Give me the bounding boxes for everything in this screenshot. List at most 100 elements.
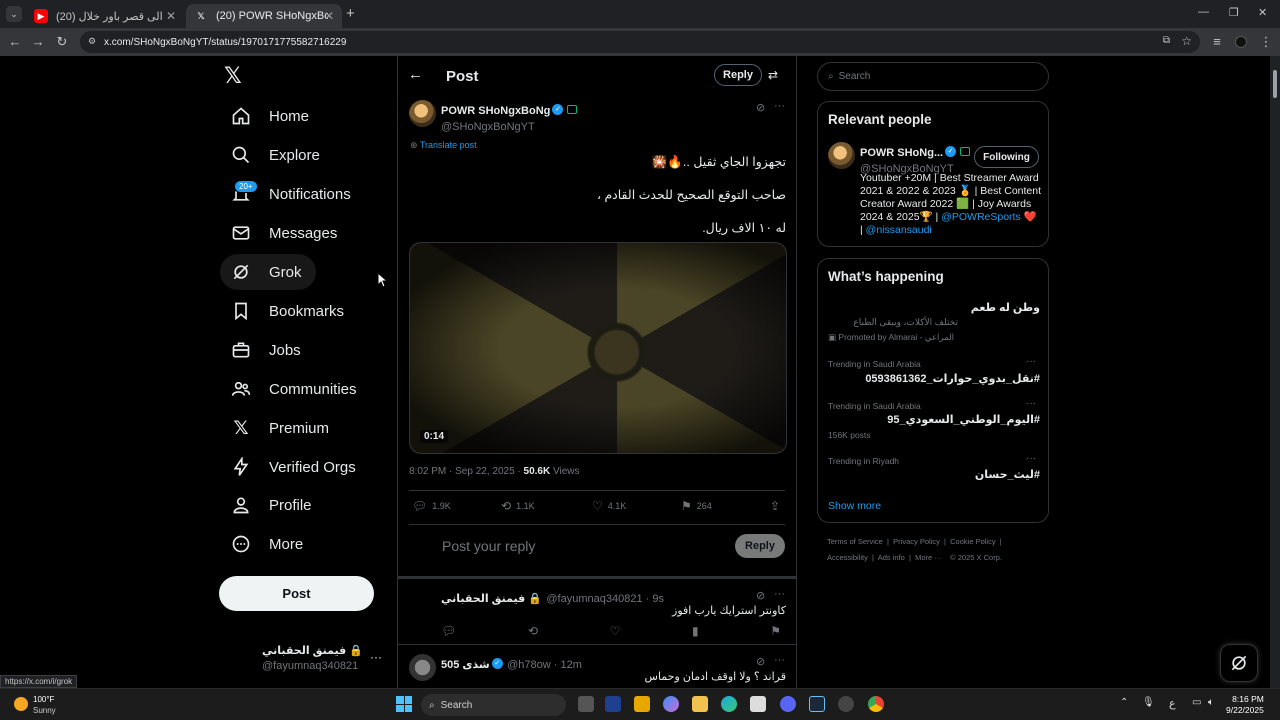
- nav-notifications[interactable]: 20+ Notifications: [220, 176, 365, 212]
- more-options-icon[interactable]: ···: [774, 654, 785, 666]
- address-bar[interactable]: ⚙ x.com/SHoNgxBoNgYT/status/197017177558…: [80, 31, 1200, 53]
- account-more-icon[interactable]: ···: [370, 650, 382, 664]
- nav-more[interactable]: More: [220, 526, 317, 562]
- close-tab-icon[interactable]: ✕: [324, 9, 334, 23]
- bio-link[interactable]: @nissansaudi: [866, 224, 932, 236]
- network-icon[interactable]: ▭: [1192, 697, 1201, 708]
- bio-link[interactable]: @POWReSports: [941, 211, 1021, 223]
- bookmark-action[interactable]: ⚑ 264: [681, 499, 712, 513]
- nav-messages[interactable]: Messages: [220, 215, 351, 251]
- chrome-icon[interactable]: [868, 696, 884, 712]
- browser-tab-2[interactable]: 𝕏 (20) POWR SHoNgxBoNg on X ✕: [186, 4, 342, 28]
- maximize-icon[interactable]: ❐: [1229, 6, 1239, 19]
- tray-chevron-icon[interactable]: ⌃: [1120, 697, 1128, 708]
- trend-item[interactable]: #نقل_بدوي_حوارات_0593861362: [828, 372, 1040, 385]
- scrollbar-thumb[interactable]: [1273, 70, 1277, 98]
- reply-submit-button[interactable]: Reply: [735, 534, 785, 558]
- author-name[interactable]: POWR SHoNgxBoNg: [441, 105, 550, 117]
- tab-search-button[interactable]: ⌄: [6, 6, 22, 22]
- steam-icon[interactable]: [809, 696, 825, 712]
- playstation-icon[interactable]: [605, 696, 621, 712]
- more-options-icon[interactable]: ···: [774, 588, 785, 600]
- timestamp-text[interactable]: 8:02 PM · Sep 22, 2025 ·: [409, 466, 524, 477]
- author-avatar[interactable]: [409, 100, 436, 127]
- taskbar-search[interactable]: ⌕ Search: [421, 694, 566, 716]
- following-button[interactable]: Following: [974, 146, 1039, 168]
- reply-icon[interactable]: 💬︎: [441, 624, 456, 638]
- translate-link[interactable]: ⊕ Translate post: [410, 140, 477, 151]
- clock[interactable]: 8:16 PM 9/22/2025: [1226, 694, 1264, 716]
- nav-bookmarks[interactable]: Bookmarks: [220, 293, 358, 329]
- account-switcher[interactable]: فيمنق الحقباني 🔒 @fayumnaq340821: [262, 644, 363, 672]
- nav-premium[interactable]: 𝕏 Premium: [220, 410, 343, 446]
- chrome-menu-icon[interactable]: ⋮: [1257, 33, 1275, 51]
- person-avatar[interactable]: [828, 142, 855, 169]
- nav-home[interactable]: Home: [220, 98, 323, 134]
- browser-tab-1[interactable]: ▶ (20) من الغابة الى قصر باور خلال ✕: [26, 4, 184, 28]
- video-player[interactable]: 0:14: [409, 242, 787, 454]
- grok-icon[interactable]: ⊘: [756, 101, 765, 114]
- views-icon[interactable]: ▮: [692, 624, 699, 638]
- weather-icon[interactable]: [14, 697, 28, 711]
- install-icon[interactable]: ⧉: [1163, 35, 1170, 46]
- input-language[interactable]: ع: [1169, 697, 1176, 710]
- reply-action[interactable]: 💬︎ 1.9K: [412, 499, 451, 513]
- grok-icon[interactable]: ⊘: [756, 589, 765, 602]
- footer-link[interactable]: Ads info: [878, 553, 905, 562]
- profile-avatar-icon[interactable]: [1235, 36, 1247, 48]
- more-options-icon[interactable]: ···: [774, 100, 785, 112]
- close-tab-icon[interactable]: ✕: [166, 9, 176, 23]
- person-name[interactable]: POWR SHoNg...: [860, 147, 943, 159]
- settings-sliders-icon[interactable]: ⇄: [768, 68, 778, 82]
- repost-action[interactable]: ⟲ 1.1K: [501, 499, 535, 513]
- back-arrow-icon[interactable]: ←: [408, 66, 423, 83]
- bookmark-icon[interactable]: ⚑: [770, 624, 781, 638]
- author-handle[interactable]: @SHoNgxBoNgYT: [441, 121, 577, 133]
- footer-link[interactable]: Cookie Policy: [950, 537, 995, 546]
- nav-communities[interactable]: Communities: [220, 371, 371, 407]
- nav-grok[interactable]: Grok: [220, 254, 316, 290]
- star-icon[interactable]: ☆: [1181, 34, 1192, 48]
- edge-icon[interactable]: [721, 696, 737, 712]
- footer-link[interactable]: Terms of Service: [827, 537, 883, 546]
- app-icon[interactable]: [838, 696, 854, 712]
- trend-more-icon[interactable]: ···: [1026, 398, 1036, 409]
- trend-item[interactable]: #اليوم_الوطني_السعودي_95: [828, 413, 1040, 426]
- x-logo-icon[interactable]: 𝕏: [224, 64, 248, 88]
- new-tab-button[interactable]: +: [346, 5, 355, 22]
- reload-icon[interactable]: ↻: [53, 33, 71, 51]
- show-more-link[interactable]: Show more: [828, 500, 881, 512]
- discord-icon[interactable]: [780, 696, 796, 712]
- weather-widget[interactable]: 100°F Sunny: [33, 694, 56, 716]
- task-view-icon[interactable]: [578, 696, 594, 712]
- reply-composer-input[interactable]: Post your reply: [442, 538, 535, 554]
- trend-more-icon[interactable]: ···: [1026, 356, 1036, 367]
- trend-more-icon[interactable]: ···: [1026, 453, 1036, 464]
- repost-icon[interactable]: ⟲: [528, 624, 538, 638]
- close-window-icon[interactable]: ✕: [1258, 6, 1267, 19]
- copilot-icon[interactable]: [663, 696, 679, 712]
- store-icon[interactable]: [750, 696, 766, 712]
- trend-item[interactable]: #ليث_حسان: [828, 468, 1040, 481]
- nav-explore[interactable]: Explore: [220, 137, 334, 173]
- volume-icon[interactable]: 🔈︎: [1208, 697, 1214, 708]
- like-action[interactable]: ♡ 4.1K: [592, 499, 626, 513]
- search-input[interactable]: ⌕ Search: [817, 62, 1049, 91]
- back-icon[interactable]: ←: [6, 33, 24, 51]
- forward-icon[interactable]: →: [29, 33, 47, 51]
- media-controls-icon[interactable]: ≡: [1208, 33, 1226, 51]
- reply-avatar[interactable]: [409, 654, 436, 681]
- rockstar-icon[interactable]: [634, 696, 650, 712]
- nav-jobs[interactable]: Jobs: [220, 332, 315, 368]
- share-action[interactable]: ⇪: [770, 499, 785, 513]
- file-explorer-icon[interactable]: [692, 696, 708, 712]
- nav-profile[interactable]: Profile: [220, 487, 326, 523]
- footer-link[interactable]: Accessibility: [827, 553, 868, 562]
- promo-title[interactable]: وطن له طعم: [828, 301, 1040, 314]
- nav-verified-orgs[interactable]: Verified Orgs: [220, 449, 370, 485]
- windows-start-icon[interactable]: [396, 696, 412, 712]
- microphone-icon[interactable]: 🎙︎: [1142, 697, 1155, 708]
- footer-link[interactable]: Privacy Policy: [893, 537, 940, 546]
- page-scrollbar[interactable]: [1270, 56, 1280, 688]
- site-info-icon[interactable]: ⚙: [88, 36, 96, 47]
